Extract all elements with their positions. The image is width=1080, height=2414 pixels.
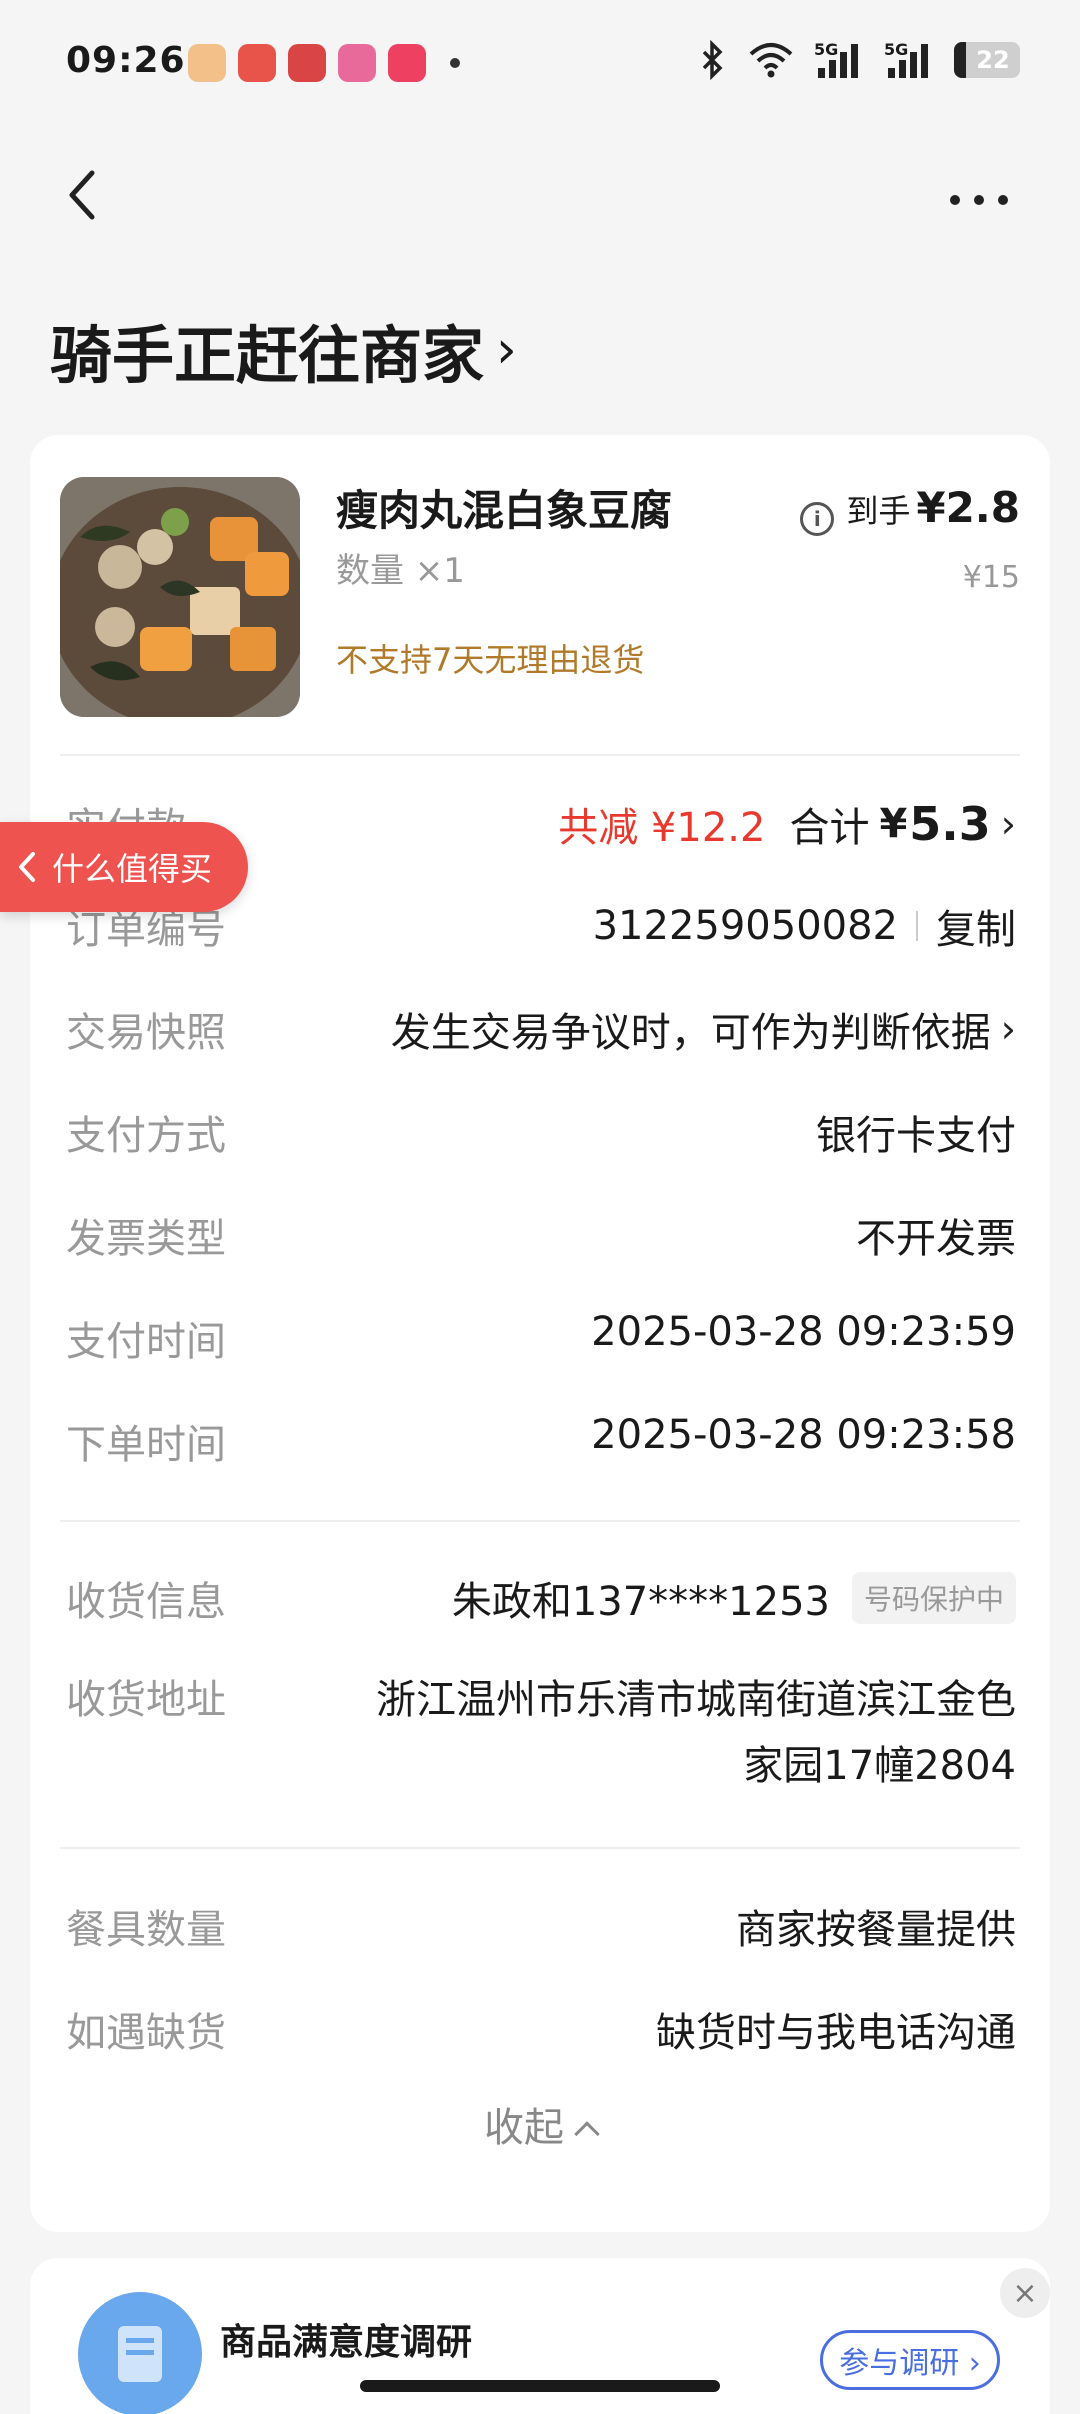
- dot: [974, 195, 984, 205]
- notification-icons: [188, 44, 460, 82]
- payment-time-label: 支付时间: [66, 1309, 226, 1367]
- chevron-up-icon: [574, 2121, 599, 2146]
- survey-document-icon: [78, 2292, 202, 2414]
- address-line-2: 家园17幢2804: [743, 1733, 1016, 1799]
- signal-icon: 5G: [884, 40, 934, 80]
- chevron-left-icon: [16, 850, 38, 884]
- app-notification-icon: [338, 44, 376, 82]
- info-icon[interactable]: i: [800, 502, 834, 536]
- receiver-row: 收货信息 朱政和137****1253 号码保护中: [66, 1569, 1016, 1627]
- signal-icon: 5G: [814, 40, 864, 80]
- return-policy-note: 不支持7天无理由退货: [336, 635, 644, 681]
- chevron-right-icon: ›: [496, 320, 517, 380]
- status-bar: 09:26 5G 5G: [0, 0, 1080, 130]
- collapse-label: 收起: [484, 2105, 564, 2151]
- total-currency: ¥: [879, 801, 907, 847]
- tableware-row: 餐具数量 商家按餐量提供: [66, 1897, 1016, 1955]
- close-icon[interactable]: ×: [1000, 2268, 1050, 2318]
- number-protection-badge: 号码保护中: [852, 1572, 1016, 1624]
- payment-time-row: 支付时间 2025-03-28 09:23:59: [66, 1309, 1016, 1367]
- home-indicator[interactable]: [360, 2380, 720, 2392]
- order-time-row: 下单时间 2025-03-28 09:23:58: [66, 1412, 1016, 1470]
- original-price: ¥15: [963, 560, 1020, 595]
- invoice-label: 发票类型: [66, 1206, 226, 1264]
- survey-title: 商品满意度调研: [220, 2313, 472, 2365]
- payment-method-row: 支付方式 银行卡支付: [66, 1103, 1016, 1161]
- receiver-value: 朱政和137****1253: [452, 1569, 830, 1627]
- product-net-price: i 到手 ¥2.8: [800, 483, 1020, 532]
- payment-time-value: 2025-03-28 09:23:59: [591, 1309, 1016, 1355]
- divider: [60, 1847, 1020, 1849]
- stockout-row: 如遇缺货 缺货时与我电话沟通: [66, 2000, 1016, 2058]
- status-time: 09:26: [66, 40, 186, 81]
- app-notification-icon: [288, 44, 326, 82]
- product-quantity: 数量 ×1: [336, 543, 465, 592]
- dot: [950, 195, 960, 205]
- smzdm-float-tab[interactable]: 什么值得买: [0, 822, 248, 912]
- product-name[interactable]: 瘦肉丸混白象豆腐: [336, 477, 672, 538]
- net-price-label: 到手: [846, 486, 910, 532]
- tableware-label: 餐具数量: [66, 1897, 226, 1955]
- join-survey-button[interactable]: 参与调研 ›: [820, 2330, 1000, 2390]
- address-row: 收货地址 浙江温州市乐清市城南街道滨江金色 家园17幢2804: [66, 1667, 1016, 1799]
- invoice-value: 不开发票: [856, 1206, 1016, 1264]
- snapshot-row[interactable]: 交易快照 发生交易争议时，可作为判断依据 ›: [66, 1000, 1016, 1058]
- system-icons: 5G 5G 22: [698, 40, 1020, 80]
- tableware-value: 商家按餐量提供: [736, 1897, 1016, 1955]
- app-notification-icon: [238, 44, 276, 82]
- order-time-label: 下单时间: [66, 1412, 226, 1470]
- snapshot-value: 发生交易争议时，可作为判断依据: [391, 1000, 991, 1058]
- payment-method-label: 支付方式: [66, 1103, 226, 1161]
- app-notification-icon: [188, 44, 226, 82]
- discount-amount: 共减 ¥12.2: [558, 795, 765, 853]
- payment-method-value: 银行卡支付: [816, 1103, 1016, 1161]
- snapshot-label: 交易快照: [66, 1000, 226, 1058]
- separator: [916, 911, 918, 941]
- xiaohongshu-icon: [388, 44, 426, 82]
- back-icon[interactable]: [60, 165, 110, 225]
- invoice-row: 发票类型 不开发票: [66, 1206, 1016, 1264]
- address-label: 收货地址: [66, 1667, 226, 1725]
- page-title[interactable]: 骑手正赶往商家 ›: [50, 305, 517, 395]
- stockout-label: 如遇缺货: [66, 2000, 226, 2058]
- chevron-right-icon: ›: [1001, 802, 1016, 846]
- order-time-value: 2025-03-28 09:23:58: [591, 1412, 1016, 1458]
- order-detail-card: 瘦肉丸混白象豆腐 数量 ×1 不支持7天无理由退货 i 到手 ¥2.8 ¥15 …: [30, 435, 1050, 2232]
- divider: [60, 1520, 1020, 1522]
- battery-icon: 22: [954, 42, 1020, 78]
- collapse-button[interactable]: 收起: [30, 2095, 1050, 2153]
- chevron-right-icon: ›: [1001, 1007, 1016, 1051]
- product-image[interactable]: [60, 477, 300, 717]
- divider: [60, 754, 1020, 756]
- battery-level: 22: [976, 46, 1009, 74]
- total-label: 合计: [789, 795, 869, 853]
- order-status-title: 骑手正赶往商家: [50, 305, 484, 395]
- copy-button[interactable]: 复制: [936, 897, 1016, 955]
- dot: [998, 195, 1008, 205]
- wifi-icon: [748, 42, 794, 78]
- more-notifications-dot: [450, 58, 460, 68]
- bluetooth-icon: [698, 40, 728, 80]
- order-number-value: 312259050082: [593, 903, 898, 949]
- float-tab-label: 什么值得买: [52, 844, 212, 890]
- receiver-label: 收货信息: [66, 1569, 226, 1627]
- more-options-button[interactable]: [950, 185, 1020, 215]
- address-line-1: 浙江温州市乐清市城南街道滨江金色: [376, 1667, 1016, 1733]
- stockout-value: 缺货时与我电话沟通: [656, 2000, 1016, 2058]
- net-price-value: ¥2.8: [916, 483, 1020, 532]
- total-amount: 5.3: [909, 797, 991, 851]
